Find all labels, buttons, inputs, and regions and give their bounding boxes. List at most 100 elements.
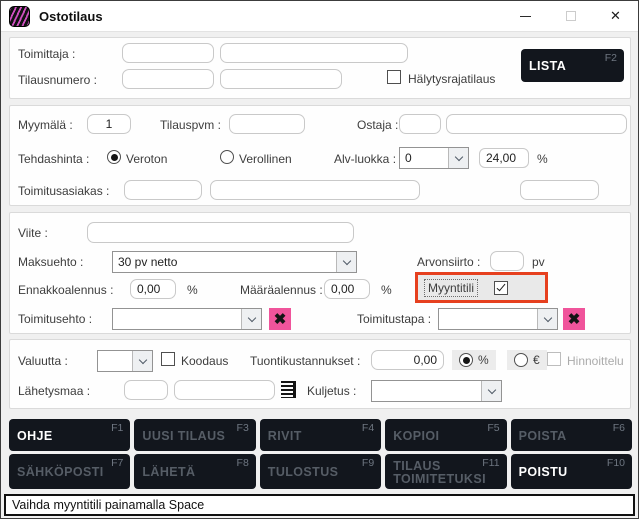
toimitusasiakas-name-input[interactable] (210, 180, 420, 200)
myymala-input[interactable] (87, 114, 131, 134)
arvonsiirto-input[interactable] (490, 251, 524, 271)
tilaus-toimitetuksi-button[interactable]: TILAUS TOIMITETUKSIF11 (385, 454, 506, 489)
window-controls: ✕ (503, 1, 638, 31)
clear-x-icon: ✖ (568, 310, 581, 328)
chevron-down-icon (448, 148, 468, 168)
toimitusehto-label: Toimitusehto : (18, 312, 92, 326)
tilausnumero-extra-input[interactable] (220, 69, 342, 89)
toimittaja-label: Toimittaja : (18, 47, 75, 61)
check-icon (497, 282, 506, 291)
poista-button[interactable]: POISTAF6 (511, 419, 632, 451)
percent-radio[interactable] (459, 353, 473, 367)
arvonsiirto-label: Arvonsiirto : (417, 255, 480, 269)
myyntitili-highlight-box: Myyntitili (415, 272, 548, 303)
minimize-button[interactable] (503, 1, 548, 31)
maksuehto-select[interactable]: 30 pv netto (112, 251, 357, 273)
chevron-down-icon (336, 252, 356, 272)
toimitusehto-select[interactable] (112, 308, 262, 330)
maximize-button (548, 1, 593, 31)
tilausnumero-label: Tilausnumero : (18, 73, 97, 87)
close-icon: ✕ (610, 8, 621, 24)
tilauspvm-input[interactable] (229, 114, 305, 134)
halytysrajatilaus-checkbox[interactable] (387, 70, 401, 84)
valuutta-select[interactable] (97, 350, 153, 372)
function-button-grid: OHJEF1 UUSI TILAUSF3 RIVITF4 KOPIOIF5 PO… (9, 419, 632, 489)
toimitusasiakas-extra-input[interactable] (520, 180, 599, 200)
veroton-label: Veroton (126, 152, 167, 166)
tehdashinta-label: Tehdashinta : (18, 152, 89, 166)
lahetysmaa-code-input[interactable] (124, 380, 168, 400)
logistics-groupbox: Valuutta : Koodaus Tuontikustannukset : … (9, 339, 631, 409)
arvonsiirto-unit-label: pv (532, 255, 545, 269)
poistu-button[interactable]: POISTUF10 (511, 454, 632, 489)
titlebar: Ostotilaus ✕ (1, 1, 638, 32)
toimittaja-code-input[interactable] (122, 43, 214, 63)
koodaus-checkbox[interactable] (161, 352, 175, 366)
toimitusehto-clear-button[interactable]: ✖ (269, 308, 291, 330)
myyntitili-checkbox[interactable] (494, 281, 508, 295)
toimitusasiakas-code-input[interactable] (124, 180, 202, 200)
toimitustapa-clear-button[interactable]: ✖ (563, 308, 585, 330)
close-button[interactable]: ✕ (593, 1, 638, 31)
verollinen-radio[interactable] (220, 150, 234, 164)
order-groupbox: Myymälä : Tilauspvm : Ostaja : Tehdashin… (9, 105, 631, 206)
toimitusasiakas-label: Toimitusasiakas : (18, 184, 109, 198)
tulostus-button[interactable]: TULOSTUSF9 (260, 454, 381, 489)
alv-rate-input[interactable] (479, 148, 529, 168)
myymala-label: Myymälä : (18, 118, 73, 132)
veroton-radio[interactable] (107, 150, 121, 164)
hinnoittelu-checkbox (547, 352, 561, 366)
tuontikustannukset-input[interactable] (371, 350, 444, 370)
tilausnumero-input[interactable] (122, 69, 214, 89)
uusi-tilaus-button[interactable]: UUSI TILAUSF3 (134, 419, 255, 451)
ostaja-code-input[interactable] (399, 114, 441, 134)
laheta-button[interactable]: LÄHETÄF8 (134, 454, 255, 489)
sahkoposti-button[interactable]: SÄHKÖPOSTIF7 (9, 454, 130, 489)
maximize-icon (566, 11, 576, 21)
rivit-button[interactable]: RIVITF4 (260, 419, 381, 451)
viite-input[interactable] (87, 222, 354, 243)
maksuehto-label: Maksuehto : (18, 255, 83, 269)
lahetysmaa-label: Lähetysmaa : (18, 384, 90, 398)
toimitustapa-select[interactable] (438, 308, 558, 330)
halytysrajatilaus-label: Hälytysrajatilaus (408, 72, 495, 86)
valuutta-label: Valuutta : (18, 354, 68, 368)
ohje-button[interactable]: OHJEF1 (9, 419, 130, 451)
percent-option-label: % (478, 353, 489, 367)
alv-luokka-select[interactable]: 0 (399, 147, 469, 169)
chevron-down-icon (537, 309, 557, 329)
maaraalennus-input[interactable] (324, 279, 370, 299)
lista-button-fkey: F2 (605, 52, 617, 64)
euro-option-chip[interactable]: € (507, 350, 547, 370)
list-picker-icon[interactable] (281, 381, 296, 398)
minimize-icon (520, 16, 531, 17)
verollinen-label: Verollinen (239, 152, 292, 166)
ostaja-label: Ostaja : (357, 118, 398, 132)
ostotilaus-window: Ostotilaus ✕ Toimittaja : Tilausnumero :… (0, 0, 639, 519)
alv-luokka-value: 0 (400, 151, 448, 165)
toimittaja-name-input[interactable] (220, 43, 408, 63)
terms-groupbox: Viite : Maksuehto : 30 pv netto Arvonsii… (9, 212, 631, 334)
euro-radio[interactable] (514, 353, 528, 367)
kopioi-button[interactable]: KOPIOIF5 (385, 419, 506, 451)
ostaja-name-input[interactable] (446, 114, 627, 134)
kuljetus-select[interactable] (371, 380, 502, 402)
lista-button[interactable]: LISTA F2 (521, 49, 624, 82)
tuontikustannukset-label: Tuontikustannukset : (250, 354, 360, 368)
app-icon (9, 6, 30, 27)
chevron-down-icon (132, 351, 152, 371)
viite-label: Viite : (18, 226, 48, 240)
maaraalennus-label: Määräalennus : (240, 283, 323, 297)
percent-option-chip[interactable]: % (452, 350, 496, 370)
alv-luokka-label: Alv-luokka : (334, 152, 396, 166)
supplier-groupbox: Toimittaja : Tilausnumero : Hälytysrajat… (9, 37, 631, 99)
koodaus-label: Koodaus (181, 354, 228, 368)
chevron-down-icon (241, 309, 261, 329)
maksuehto-value: 30 pv netto (113, 255, 336, 269)
ennakkoalennus-input[interactable] (130, 279, 176, 299)
window-title: Ostotilaus (39, 9, 103, 24)
ennakkoalennus-label: Ennakkoalennus : (18, 283, 113, 297)
kuljetus-label: Kuljetus : (307, 384, 356, 398)
status-bar: Vaihda myyntitili painamalla Space (4, 494, 635, 516)
lahetysmaa-name-input[interactable] (174, 380, 275, 400)
